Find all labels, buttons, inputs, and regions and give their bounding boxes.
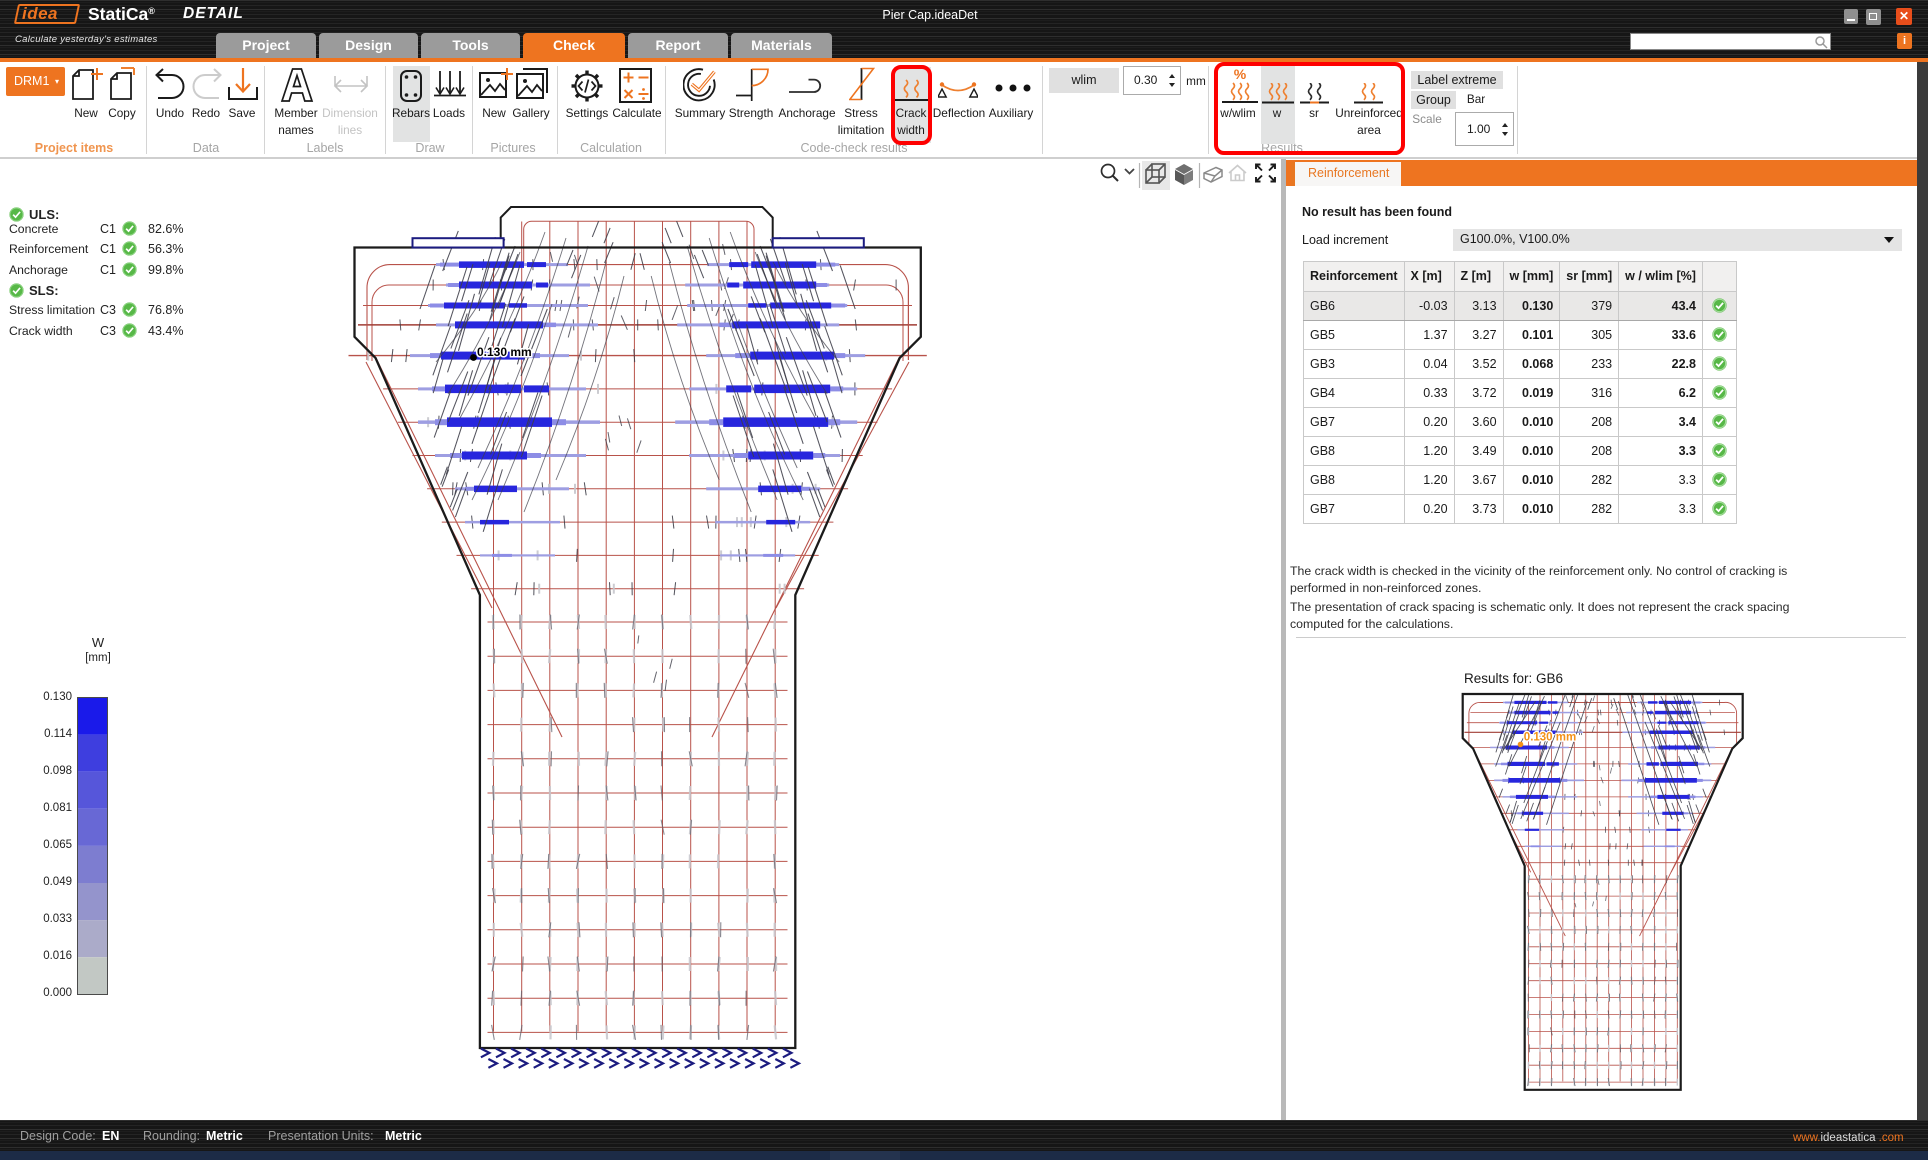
svg-text:0.130 mm: 0.130 mm — [1524, 732, 1576, 744]
svg-text:0.130 mm: 0.130 mm — [477, 345, 532, 359]
